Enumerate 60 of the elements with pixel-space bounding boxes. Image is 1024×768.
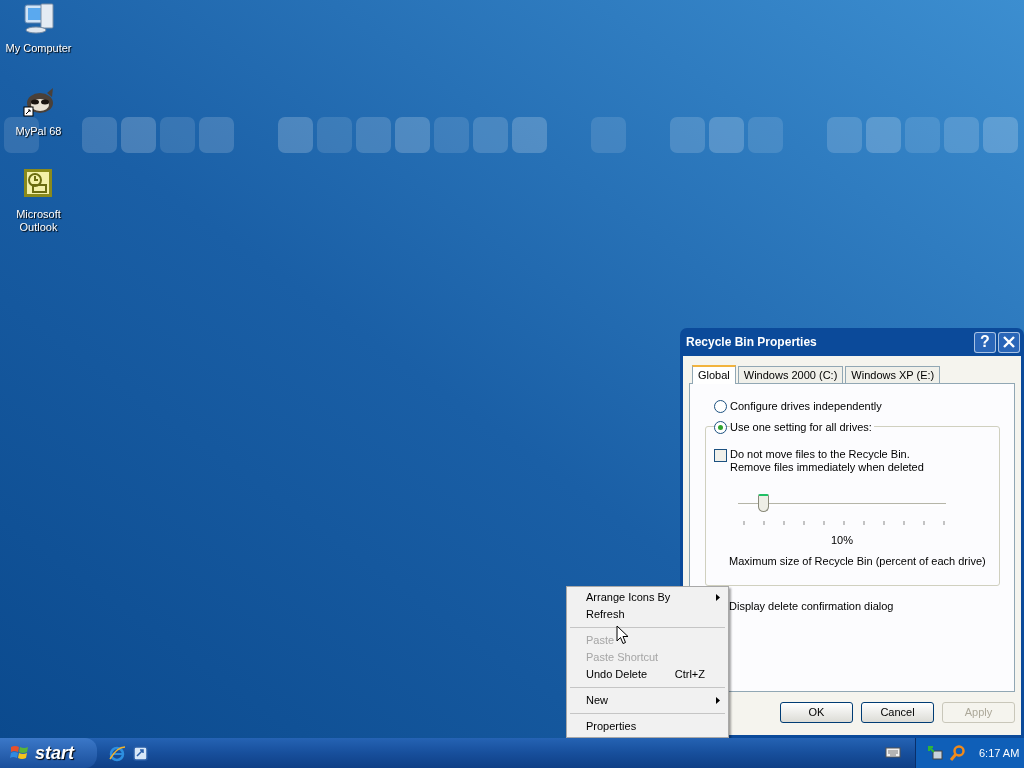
radio-button[interactable] (714, 399, 727, 413)
wallpaper-tile (278, 117, 313, 153)
tab[interactable]: Windows XP (E:) (845, 366, 941, 383)
checkbox[interactable] (714, 449, 727, 462)
icon-label[interactable]: MyPal 68 (3, 125, 74, 138)
slider-caption: Maximum size of Recycle Bin (percent of each drive) (729, 554, 986, 569)
window-title: Recycle Bin Properties (686, 334, 818, 351)
wallpaper-tile (434, 117, 469, 153)
wallpaper-tile (317, 117, 352, 153)
wallpaper-tile (709, 117, 744, 153)
wallpaper-tile (983, 117, 1018, 153)
wallpaper-tile (82, 117, 117, 153)
menu-item[interactable]: Arrange Icons By (569, 589, 726, 606)
calendar-clock-icon[interactable] (22, 168, 55, 200)
submenu-arrow-icon (716, 594, 720, 601)
network-icon[interactable] (928, 745, 944, 761)
checkbox-label[interactable]: Display delete confirmation dialog (729, 598, 894, 615)
menu-item[interactable]: Undo Delete Ctrl+Z (569, 666, 726, 683)
shortcut-text: Ctrl+Z (674, 667, 705, 683)
wallpaper-tile (121, 117, 156, 153)
close-icon (1003, 336, 1015, 348)
browser-icon[interactable] (109, 744, 126, 762)
dialog-button[interactable]: Cancel (861, 702, 934, 723)
close-button[interactable] (998, 331, 1020, 353)
magnifier-icon[interactable] (949, 745, 965, 761)
desktop-icon[interactable] (132, 744, 149, 762)
dialog-button[interactable]: OK (780, 702, 853, 723)
raccoon-icon[interactable] (22, 85, 55, 117)
wallpaper-tile (160, 117, 195, 153)
wallpaper-tile (199, 117, 234, 153)
help-button[interactable]: ? (974, 331, 996, 353)
wallpaper-tile (866, 117, 901, 153)
menu-item[interactable]: Refresh (569, 606, 726, 623)
wallpaper-tile (512, 117, 547, 153)
slider-thumb[interactable] (757, 494, 769, 512)
wallpaper-tile (670, 117, 705, 153)
submenu-arrow-icon (716, 697, 720, 704)
windows-logo-icon (10, 744, 29, 762)
wallpaper-tile (591, 117, 626, 153)
radio-button[interactable] (714, 420, 727, 434)
start-button[interactable]: start (0, 738, 97, 768)
checkbox-label[interactable]: Do not move files to the Recycle Bin. Remove files immediately when deleted (730, 448, 924, 474)
clock: 6:17 AM (979, 745, 1020, 761)
menu-item[interactable]: Properties (569, 718, 726, 735)
wallpaper-tile (473, 117, 508, 153)
computer-icon[interactable] (22, 2, 55, 34)
wallpaper-tile (356, 117, 391, 153)
keyboard-icon[interactable] (885, 745, 901, 761)
slider-reading: 10% (831, 533, 854, 548)
wallpaper-tile (944, 117, 979, 153)
wallpaper-tile (395, 117, 430, 153)
cursor-icon (616, 625, 629, 645)
icon-label[interactable]: My Computer (3, 42, 74, 55)
menu-item[interactable]: New (569, 692, 726, 709)
wallpaper-tile (748, 117, 783, 153)
tab[interactable]: Windows 2000 (C:) (737, 366, 844, 383)
tab[interactable]: Global (692, 365, 736, 384)
wallpaper-tile (827, 117, 862, 153)
icon-label[interactable]: Microsoft Outlook (3, 208, 74, 234)
wallpaper-tile (905, 117, 940, 153)
